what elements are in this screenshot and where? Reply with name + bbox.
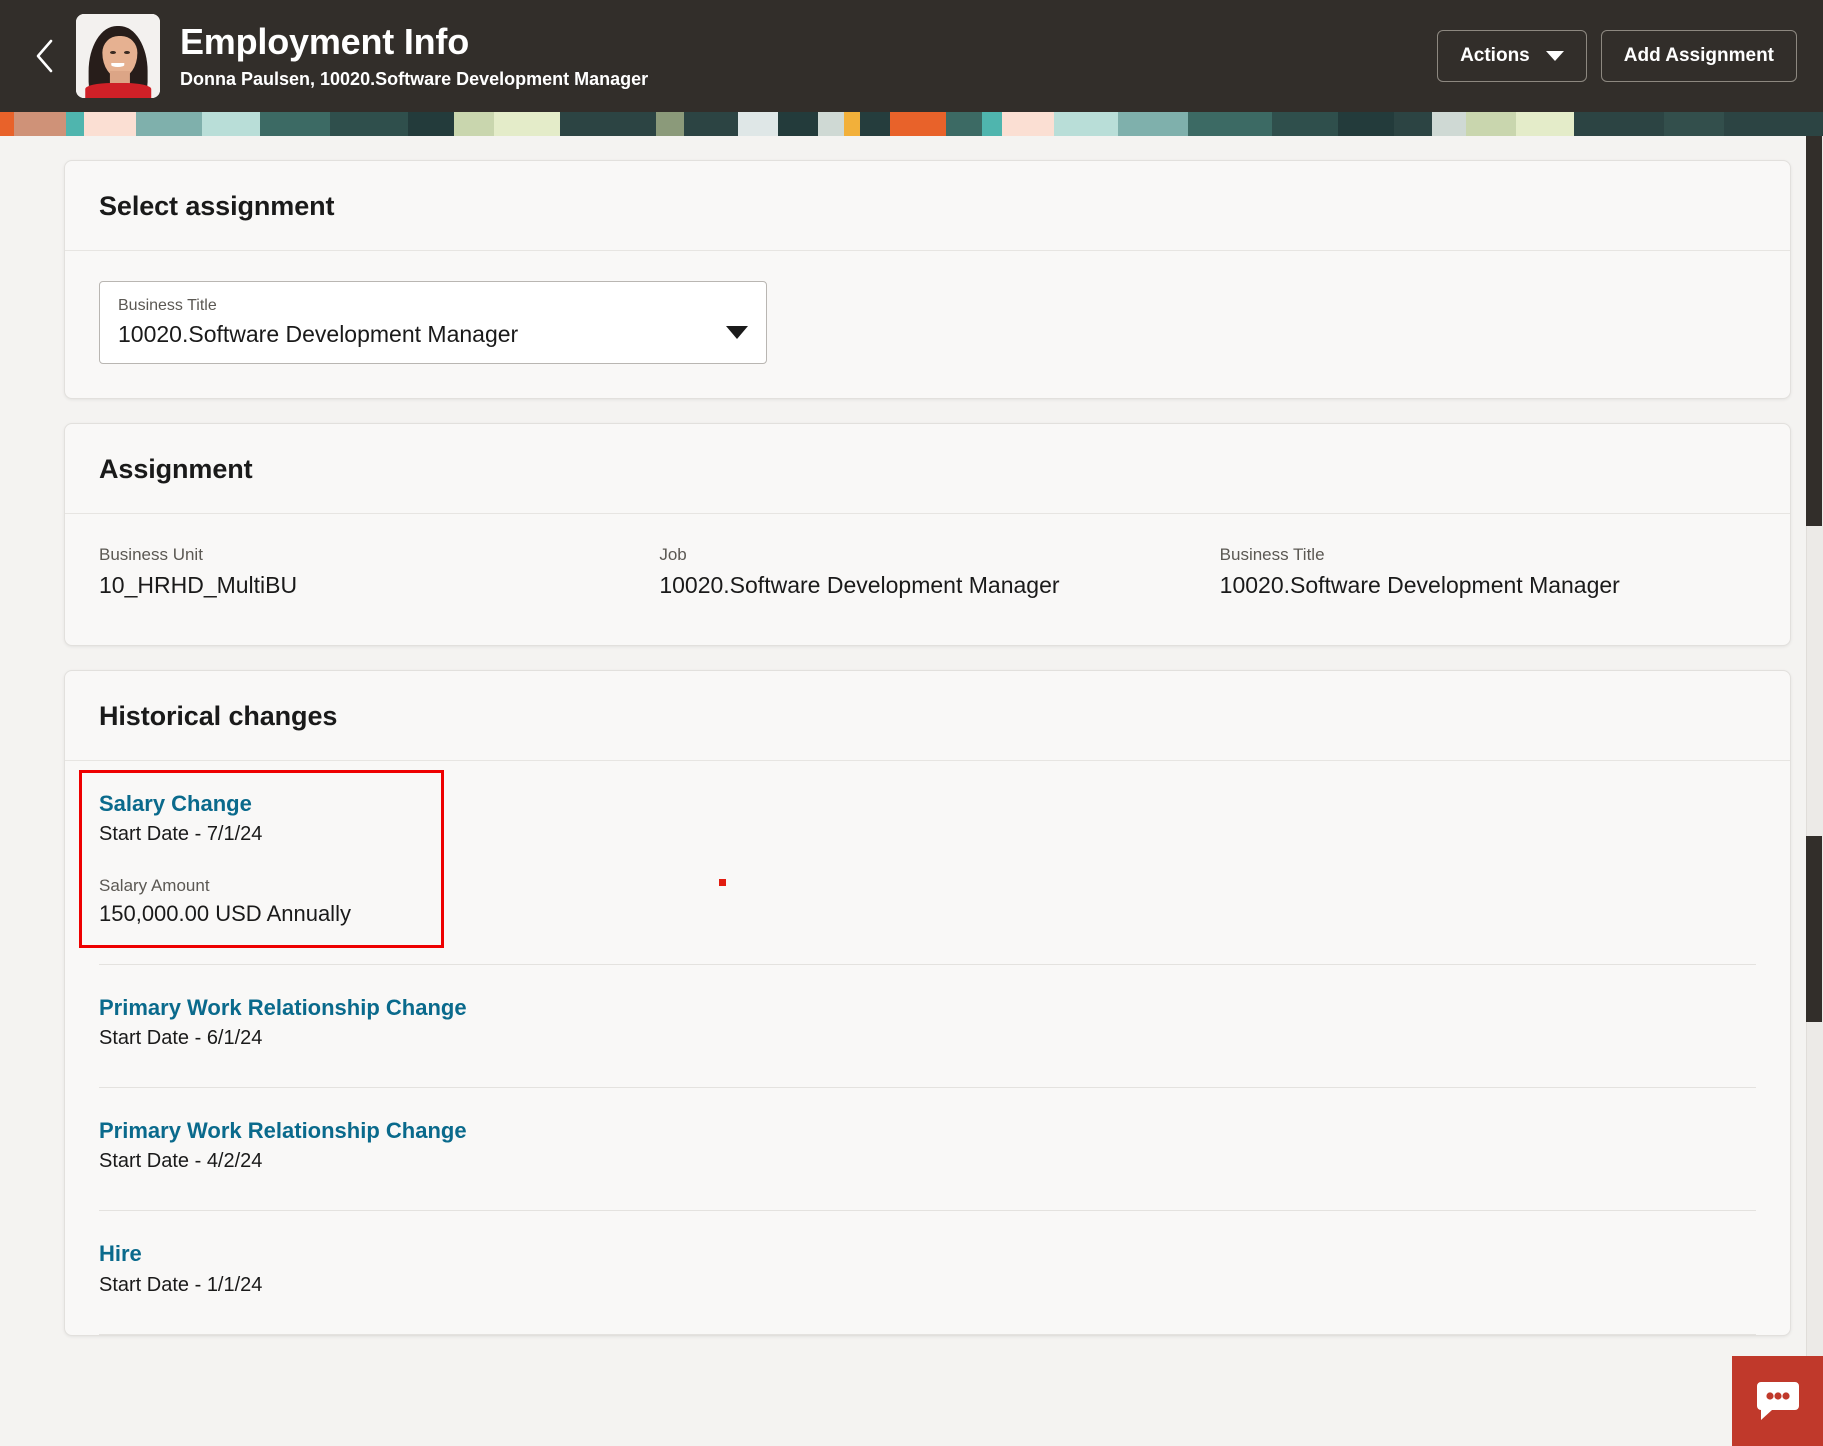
header-title-block: Employment Info Donna Paulsen, 10020.Sof… bbox=[180, 21, 1437, 91]
add-assignment-button[interactable]: Add Assignment bbox=[1600, 30, 1797, 82]
history-item-date: Start Date - 1/1/24 bbox=[99, 1273, 263, 1296]
chevron-left-icon bbox=[34, 38, 56, 74]
vertical-scrollbar[interactable] bbox=[1806, 136, 1823, 1446]
historical-changes-card: Historical changes Salary Change Start D… bbox=[64, 669, 1791, 1336]
actions-button[interactable]: Actions bbox=[1437, 30, 1587, 82]
assignment-title: Assignment bbox=[99, 453, 253, 484]
scrollbar-thumb[interactable] bbox=[1806, 136, 1822, 526]
page-title: Employment Info bbox=[180, 21, 470, 62]
assignment-card-header: Assignment bbox=[65, 424, 1790, 514]
decorative-banner bbox=[0, 112, 1823, 136]
chevron-down-icon bbox=[726, 325, 748, 339]
business-title-select[interactable]: Business Title 10020.Software Developmen… bbox=[99, 281, 767, 364]
header-actions: Actions Add Assignment bbox=[1437, 30, 1797, 82]
assignment-field-value: 10020.Software Development Manager bbox=[659, 571, 1060, 598]
historical-changes-card-header: Historical changes bbox=[65, 671, 1790, 761]
historical-changes-title: Historical changes bbox=[99, 700, 338, 731]
history-item-detail-label: Salary Amount bbox=[99, 875, 210, 895]
chat-widget-button[interactable] bbox=[1732, 1356, 1823, 1446]
chat-bubble-icon bbox=[1755, 1380, 1801, 1422]
history-item-detail-value: 150,000.00 USD Annually bbox=[99, 901, 351, 927]
avatar bbox=[76, 14, 160, 98]
assignment-field-label: Job bbox=[659, 544, 687, 564]
history-item-detail: Salary Amount 150,000.00 USD Annually bbox=[99, 875, 1756, 928]
history-item-link[interactable]: Primary Work Relationship Change bbox=[99, 1118, 467, 1144]
history-item: Primary Work Relationship Change Start D… bbox=[99, 965, 1756, 1088]
page-subtitle: Donna Paulsen, 10020.Software Developmen… bbox=[180, 69, 649, 90]
select-assignment-title: Select assignment bbox=[99, 191, 335, 221]
assignment-card: Assignment Business Unit 10_HRHD_MultiBU… bbox=[64, 422, 1791, 646]
assignment-field-business-unit: Business Unit 10_HRHD_MultiBU bbox=[99, 544, 635, 601]
scrollbar-thumb-secondary[interactable] bbox=[1806, 836, 1822, 1022]
history-item-date: Start Date - 7/1/24 bbox=[99, 822, 263, 845]
assignment-field-label: Business Title bbox=[1219, 544, 1325, 564]
history-item-date: Start Date - 6/1/24 bbox=[99, 1026, 263, 1049]
assignment-fields: Business Unit 10_HRHD_MultiBU Job 10020.… bbox=[65, 514, 1790, 645]
assignment-field-value: 10020.Software Development Manager bbox=[1219, 571, 1620, 598]
add-assignment-button-label: Add Assignment bbox=[1623, 45, 1774, 66]
red-dot-annotation bbox=[719, 878, 726, 886]
assignment-field-job: Job 10020.Software Development Manager bbox=[659, 544, 1195, 601]
history-item: Primary Work Relationship Change Start D… bbox=[99, 1088, 1756, 1212]
select-assignment-card-header: Select assignment bbox=[65, 161, 1790, 251]
history-item: Hire Start Date - 1/1/24 bbox=[99, 1211, 1756, 1335]
history-item-link[interactable]: Salary Change bbox=[99, 791, 252, 817]
assignment-field-value: 10_HRHD_MultiBU bbox=[99, 571, 298, 598]
historical-changes-list: Salary Change Start Date - 7/1/24 Salary… bbox=[65, 761, 1790, 1335]
history-item-link[interactable]: Hire bbox=[99, 1241, 142, 1267]
back-button[interactable] bbox=[22, 33, 68, 79]
business-title-select-label: Business Title bbox=[118, 297, 217, 314]
business-title-select-value: 10020.Software Development Manager bbox=[118, 320, 519, 347]
chevron-down-icon bbox=[1545, 51, 1564, 61]
select-assignment-card-body: Business Title 10020.Software Developmen… bbox=[65, 251, 1790, 398]
app-header: Employment Info Donna Paulsen, 10020.Sof… bbox=[0, 0, 1823, 112]
assignment-field-business-title: Business Title 10020.Software Developmen… bbox=[1220, 544, 1756, 601]
page-body: Select assignment Business Title 10020.S… bbox=[0, 136, 1823, 1446]
history-item-link[interactable]: Primary Work Relationship Change bbox=[99, 995, 467, 1021]
history-item: Salary Change Start Date - 7/1/24 Salary… bbox=[79, 761, 1756, 965]
actions-button-label: Actions bbox=[1460, 45, 1530, 66]
assignment-field-label: Business Unit bbox=[99, 544, 203, 564]
history-item-date: Start Date - 4/2/24 bbox=[99, 1150, 263, 1173]
select-assignment-card: Select assignment Business Title 10020.S… bbox=[64, 160, 1791, 399]
